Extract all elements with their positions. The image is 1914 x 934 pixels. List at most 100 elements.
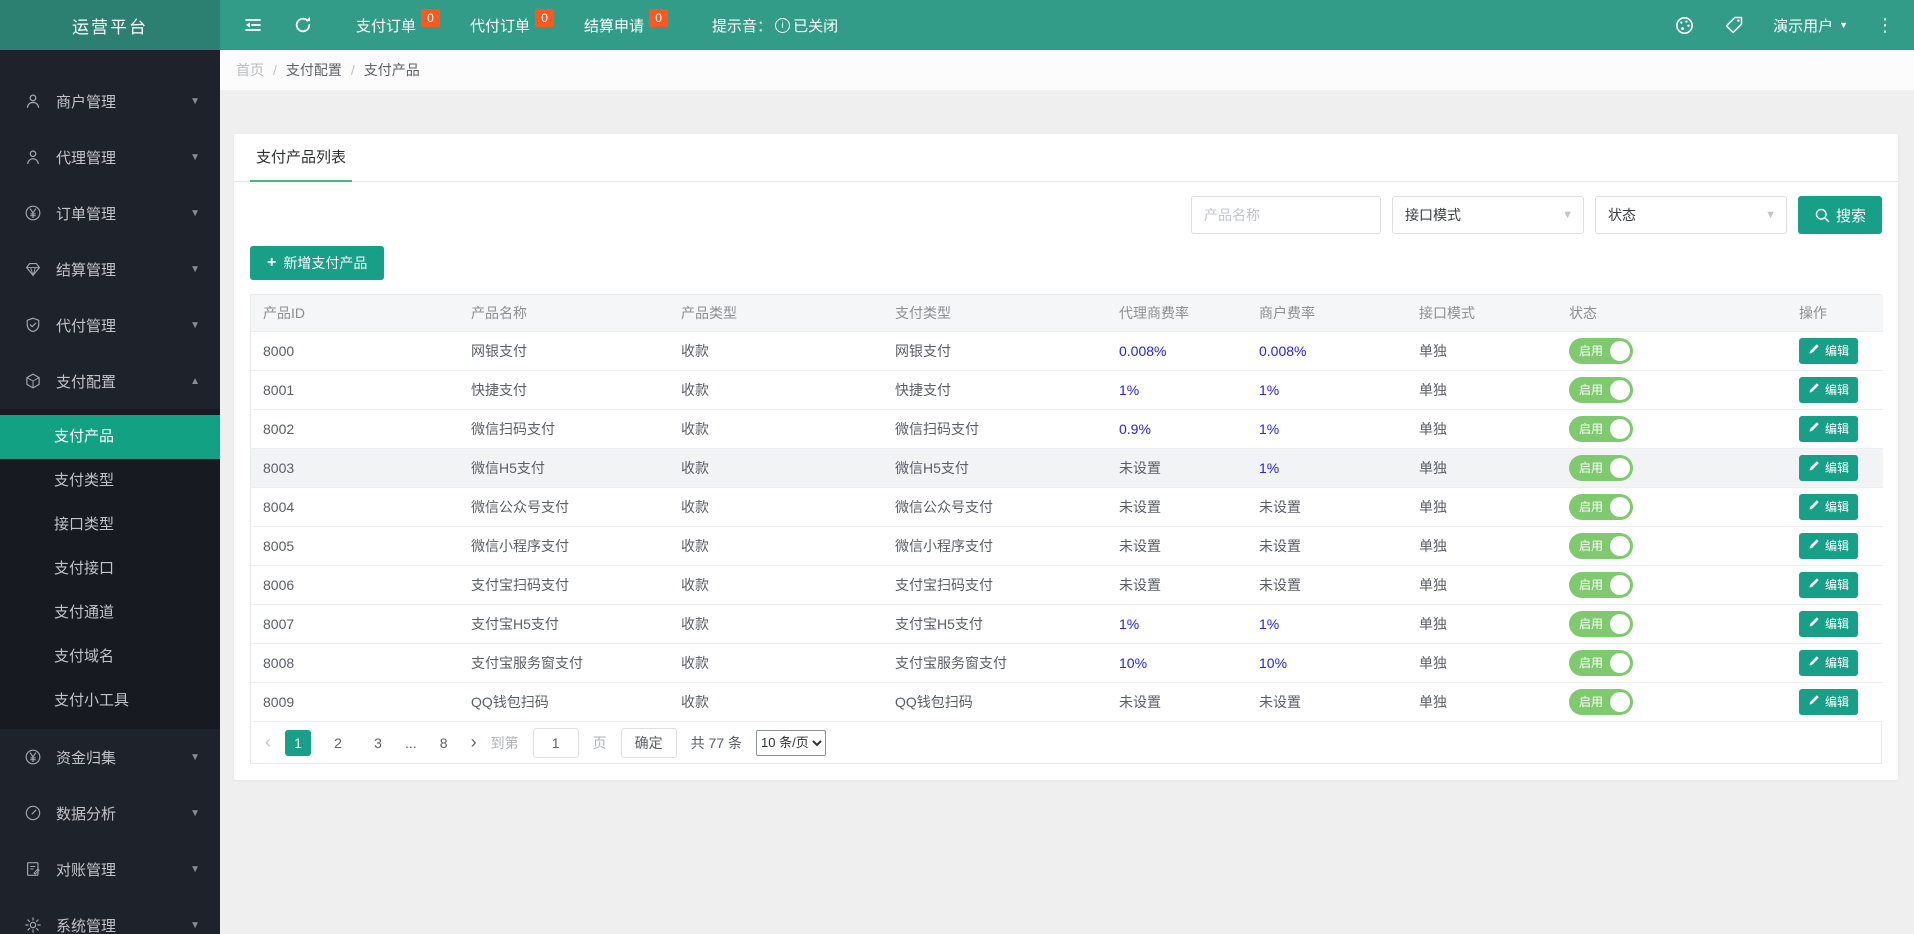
cell-product-name: 支付宝服务窗支付	[459, 643, 669, 682]
edit-label: 编辑	[1825, 498, 1849, 515]
page-number-1[interactable]: 1	[285, 730, 311, 756]
submenu-item-支付域名[interactable]: 支付域名	[0, 635, 220, 679]
sidebar-item-系统管理[interactable]: 系统管理▼	[0, 897, 220, 934]
status-select[interactable]: 状态 ▼	[1595, 196, 1787, 234]
page-number-3[interactable]: 3	[365, 730, 391, 756]
total-count: 共 77 条	[691, 733, 742, 753]
cell-merchant-rate: 未设置	[1247, 682, 1407, 721]
edit-button[interactable]: 编辑	[1799, 533, 1858, 559]
sidebar-item-商户管理[interactable]: 商户管理▼	[0, 73, 220, 129]
goto-page-input[interactable]	[533, 728, 579, 758]
table-body: 8000网银支付收款网银支付0.008%0.008%单独启用编辑8001快捷支付…	[251, 331, 1883, 721]
cell-agent-rate[interactable]: 1%	[1107, 604, 1247, 643]
breadcrumb-item-首页[interactable]: 首页	[236, 60, 264, 80]
submenu-item-支付通道[interactable]: 支付通道	[0, 591, 220, 635]
cell-merchant-rate[interactable]: 1%	[1247, 604, 1407, 643]
topbar-right: 演示用户 ▼ ⋮	[1673, 14, 1914, 36]
pencil-icon	[1808, 655, 1820, 670]
interface-mode-select[interactable]: 接口模式 ▼	[1392, 196, 1584, 234]
sidebar-item-数据分析[interactable]: 数据分析▼	[0, 785, 220, 841]
status-toggle[interactable]: 启用	[1569, 650, 1633, 676]
more-options-icon[interactable]: ⋮	[1876, 16, 1894, 34]
sidebar-item-订单管理[interactable]: 订单管理▼	[0, 185, 220, 241]
sidebar-item-对账管理[interactable]: 对账管理▼	[0, 841, 220, 897]
submenu-item-支付类型[interactable]: 支付类型	[0, 459, 220, 503]
cell-merchant-rate[interactable]: 1%	[1247, 409, 1407, 448]
edit-button[interactable]: 编辑	[1799, 416, 1858, 442]
status-toggle[interactable]: 启用	[1569, 416, 1633, 442]
submenu-item-支付产品[interactable]: 支付产品	[0, 415, 220, 459]
submenu-item-接口类型[interactable]: 接口类型	[0, 503, 220, 547]
status-toggle[interactable]: 启用	[1569, 494, 1633, 520]
cell-agent-rate[interactable]: 1%	[1107, 370, 1247, 409]
topbar-nav-支付订单[interactable]: 支付订单0	[356, 15, 440, 36]
status-toggle[interactable]: 启用	[1569, 572, 1633, 598]
topbar-nav-结算申请[interactable]: 结算申请0	[584, 15, 668, 36]
status-toggle[interactable]: 启用	[1569, 533, 1633, 559]
per-page-select[interactable]: 10 条/页	[756, 730, 826, 756]
cell-actions: 编辑	[1787, 643, 1883, 682]
cell-product-id: 8003	[251, 448, 459, 487]
product-name-input[interactable]	[1191, 196, 1381, 234]
search-label: 搜索	[1836, 205, 1866, 226]
edit-button[interactable]: 编辑	[1799, 689, 1858, 715]
cell-agent-rate: 未设置	[1107, 448, 1247, 487]
submenu-item-支付接口[interactable]: 支付接口	[0, 547, 220, 591]
status-toggle[interactable]: 启用	[1569, 377, 1633, 403]
goto-confirm-button[interactable]: 确定	[621, 728, 677, 758]
cell-merchant-rate[interactable]: 1%	[1247, 370, 1407, 409]
breadcrumb-item-支付配置[interactable]: 支付配置	[286, 60, 342, 80]
edit-button[interactable]: 编辑	[1799, 611, 1858, 637]
chevron-down-icon: ▼	[190, 264, 200, 275]
edit-button[interactable]: 编辑	[1799, 650, 1858, 676]
cell-status: 启用	[1557, 487, 1787, 526]
sidebar-item-代付管理[interactable]: 代付管理▼	[0, 297, 220, 353]
cell-agent-rate[interactable]: 0.9%	[1107, 409, 1247, 448]
cell-actions: 编辑	[1787, 526, 1883, 565]
user-menu[interactable]: 演示用户 ▼	[1773, 15, 1848, 36]
edit-button[interactable]: 编辑	[1799, 338, 1858, 364]
sidebar-item-代理管理[interactable]: 代理管理▼	[0, 129, 220, 185]
status-toggle[interactable]: 启用	[1569, 611, 1633, 637]
next-page-icon[interactable]: ›	[471, 732, 477, 753]
tag-icon[interactable]	[1723, 14, 1745, 36]
cell-merchant-rate[interactable]: 10%	[1247, 643, 1407, 682]
add-label: 新增支付产品	[283, 253, 367, 273]
cell-merchant-rate[interactable]: 0.008%	[1247, 331, 1407, 370]
edit-button[interactable]: 编辑	[1799, 572, 1858, 598]
status-toggle[interactable]: 启用	[1569, 689, 1633, 715]
add-payment-product-button[interactable]: + 新增支付产品	[250, 246, 384, 280]
edit-button[interactable]: 编辑	[1799, 377, 1858, 403]
edit-button[interactable]: 编辑	[1799, 494, 1858, 520]
topbar-nav-代付订单[interactable]: 代付订单0	[470, 15, 554, 36]
table-row: 8004微信公众号支付收款微信公众号支付未设置未设置单独启用编辑	[251, 487, 1883, 526]
refresh-icon[interactable]	[292, 14, 314, 36]
cell-agent-rate[interactable]: 10%	[1107, 643, 1247, 682]
tab-payment-product-list[interactable]: 支付产品列表	[250, 146, 352, 182]
status-toggle[interactable]: 启用	[1569, 455, 1633, 481]
system-gear-icon	[24, 916, 42, 934]
sound-status[interactable]: 提示音： i 已关闭	[712, 15, 838, 36]
cell-product-type: 收款	[669, 682, 883, 721]
prev-page-icon[interactable]: ‹	[265, 732, 271, 753]
submenu-item-支付小工具[interactable]: 支付小工具	[0, 679, 220, 723]
edit-button[interactable]: 编辑	[1799, 455, 1858, 481]
sidebar-item-label: 商户管理	[56, 91, 116, 112]
collapse-sidebar-icon[interactable]	[242, 14, 264, 36]
app-logo: 运营平台	[0, 0, 220, 50]
theme-palette-icon[interactable]	[1673, 14, 1695, 36]
edit-label: 编辑	[1825, 459, 1849, 476]
cell-agent-rate[interactable]: 0.008%	[1107, 331, 1247, 370]
sidebar-item-支付配置[interactable]: 支付配置▲	[0, 353, 220, 409]
cell-agent-rate: 未设置	[1107, 682, 1247, 721]
cell-merchant-rate[interactable]: 1%	[1247, 448, 1407, 487]
status-toggle[interactable]: 启用	[1569, 338, 1633, 364]
sidebar-item-label: 订单管理	[56, 203, 116, 224]
sidebar-item-结算管理[interactable]: 结算管理▼	[0, 241, 220, 297]
sidebar-item-资金归集[interactable]: 资金归集▼	[0, 729, 220, 785]
page-number-8[interactable]: 8	[431, 730, 457, 756]
sidebar-item-label: 系统管理	[56, 915, 116, 934]
search-button[interactable]: 搜索	[1798, 196, 1882, 234]
cell-product-id: 8007	[251, 604, 459, 643]
page-number-2[interactable]: 2	[325, 730, 351, 756]
